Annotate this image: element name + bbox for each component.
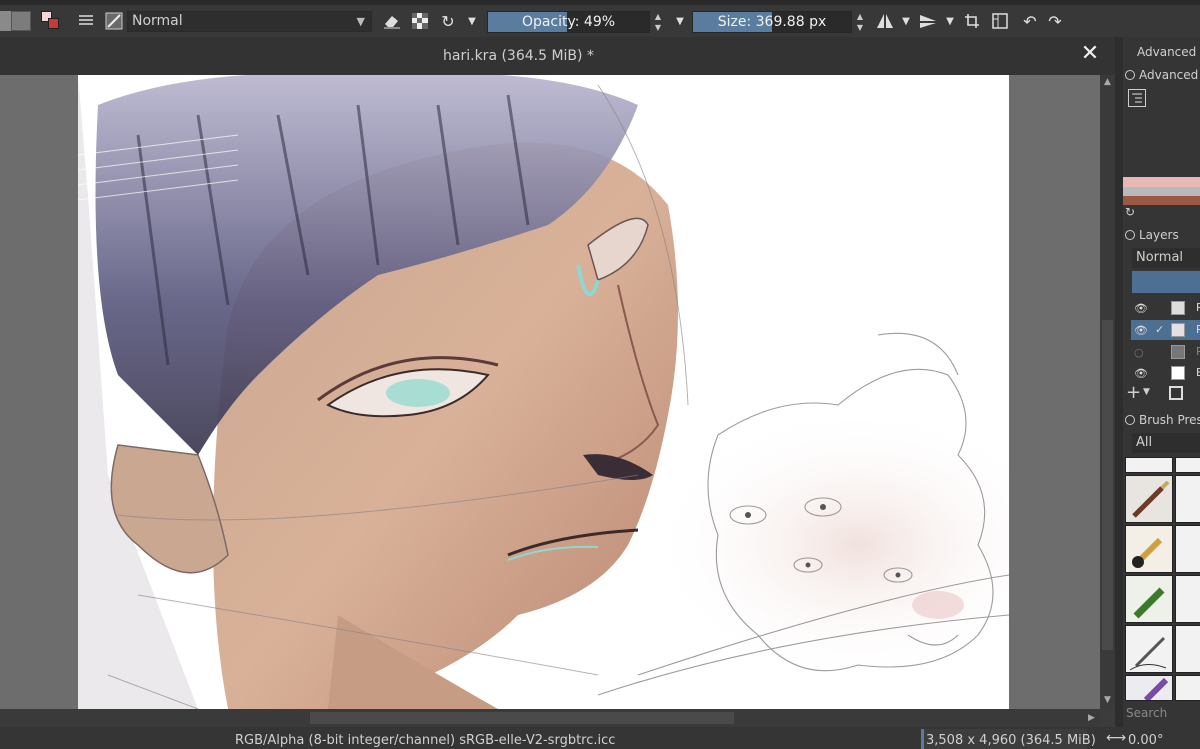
- layer-thumbnail: [1171, 366, 1185, 380]
- blend-mode-select[interactable]: Normal ▼: [127, 11, 372, 32]
- brush-preset-tile[interactable]: [1125, 575, 1173, 623]
- chevron-down-icon[interactable]: ▼: [896, 11, 916, 31]
- layer-row-selected[interactable]: 👁 ✓ P: [1131, 320, 1200, 340]
- chevron-down-icon: ▼: [356, 15, 365, 28]
- brush-preset-tile[interactable]: [1125, 475, 1173, 523]
- brush-preset-tile[interactable]: [1175, 675, 1200, 701]
- mirror-horizontal-icon[interactable]: [875, 11, 895, 31]
- advanced-color-label: Advanced: [1125, 68, 1198, 82]
- layer-name: P: [1196, 301, 1200, 314]
- brush-tag-filter-select[interactable]: All: [1132, 433, 1200, 453]
- duplicate-layer-icon[interactable]: [1169, 386, 1183, 400]
- layers-docker-title: Layers: [1125, 228, 1179, 242]
- refresh-icon[interactable]: ↻: [1125, 205, 1135, 219]
- scroll-down-arrow-icon[interactable]: ▼: [1104, 695, 1111, 705]
- brush-presets-docker-title: Brush Pres: [1125, 413, 1200, 427]
- blend-mode-value: Normal: [132, 13, 183, 29]
- reload-preset-icon[interactable]: ↻: [438, 11, 458, 31]
- mirror-vertical-icon[interactable]: [918, 11, 938, 31]
- color-profile-info: RGB/Alpha (8-bit integer/channel) sRGB-e…: [235, 733, 616, 748]
- brush-preset-tile[interactable]: [1125, 525, 1173, 573]
- brush-preset-tile[interactable]: [1175, 475, 1200, 523]
- brush-preset-tile[interactable]: [1125, 625, 1173, 673]
- layer-opacity-slider[interactable]: [1132, 271, 1200, 293]
- opacity-slider[interactable]: Opacity: 49%: [487, 11, 650, 33]
- vertical-scrollbar-thumb[interactable]: [1102, 320, 1113, 650]
- advanced-color-docker-title: Advanced C: [1137, 45, 1200, 59]
- layer-name: B: [1196, 366, 1200, 379]
- document-tab-title[interactable]: hari.kra (364.5 MiB) *: [0, 48, 1115, 64]
- image-size-info: 3,508 x 4,960 (364.5 MiB): [926, 733, 1096, 748]
- eye-icon[interactable]: 👁: [1134, 302, 1148, 315]
- layer-row[interactable]: 👁 P: [1131, 298, 1200, 318]
- chevron-down-icon[interactable]: ▼: [670, 11, 690, 31]
- checkmark-icon[interactable]: ✓: [1155, 323, 1164, 336]
- document-tab-bar: hari.kra (364.5 MiB) * ✕: [0, 37, 1115, 75]
- color-history-strip-brown[interactable]: [1123, 196, 1200, 205]
- canvas-vertical-scrollbar[interactable]: ▲ ▼: [1100, 75, 1115, 709]
- layer-name: P: [1196, 345, 1200, 358]
- brush-preset-tile[interactable]: [1175, 457, 1200, 473]
- rotation-value[interactable]: 0.00°: [1128, 733, 1163, 748]
- brush-preset-tile[interactable]: [1125, 457, 1173, 473]
- layer-row[interactable]: ○ P: [1131, 342, 1200, 362]
- size-slider[interactable]: Size: 369.88 px: [692, 11, 852, 33]
- layer-name: P: [1196, 323, 1200, 336]
- chevron-down-icon[interactable]: ▼: [462, 11, 482, 31]
- pattern-swatch[interactable]: [11, 11, 31, 31]
- redo-icon[interactable]: ↷: [1045, 11, 1065, 31]
- opacity-spin-buttons[interactable]: ▲ ▼: [651, 11, 665, 33]
- horizontal-scrollbar-thumb[interactable]: [310, 712, 734, 724]
- lock-icon[interactable]: [1125, 230, 1135, 240]
- eye-closed-icon[interactable]: ○: [1134, 346, 1144, 359]
- canvas-horizontal-scrollbar[interactable]: ▶: [0, 709, 1100, 727]
- preserve-alpha-icon[interactable]: [410, 11, 430, 31]
- size-label: Size: 369.88 px: [717, 14, 827, 30]
- chevron-down-icon[interactable]: ▼: [1143, 387, 1150, 397]
- brush-editor-icon[interactable]: [104, 11, 124, 31]
- add-layer-icon[interactable]: +: [1126, 382, 1141, 403]
- status-bar: RGB/Alpha (8-bit integer/channel) sRGB-e…: [0, 727, 1200, 749]
- eye-icon[interactable]: 👁: [1134, 324, 1148, 337]
- layer-thumbnail: [1171, 301, 1185, 315]
- color-history-strip[interactable]: [1123, 177, 1200, 187]
- eye-icon[interactable]: 👁: [1134, 367, 1148, 380]
- opacity-label: Opacity: 49%: [521, 14, 616, 30]
- size-spin-buttons[interactable]: ▲ ▼: [853, 11, 867, 33]
- rotation-reset-icon[interactable]: ⟷: [1106, 730, 1126, 746]
- layer-row[interactable]: 👁 B: [1131, 363, 1200, 383]
- drawing-canvas[interactable]: [78, 75, 1009, 709]
- color-selector-settings-icon[interactable]: [1128, 89, 1146, 107]
- scroll-up-arrow-icon[interactable]: ▲: [1104, 77, 1111, 87]
- brush-search-input[interactable]: Search: [1126, 706, 1167, 720]
- right-docker-panel: Advanced C Advanced ↻ Layers Normal 👁 P …: [1115, 37, 1200, 727]
- color-history-strip-grey[interactable]: [1123, 187, 1200, 196]
- brush-preset-tile[interactable]: [1175, 525, 1200, 573]
- eraser-mode-icon[interactable]: [382, 11, 402, 31]
- chevron-down-icon[interactable]: ▼: [940, 11, 960, 31]
- workspace-icon[interactable]: [990, 11, 1010, 31]
- lock-icon[interactable]: [1125, 415, 1135, 425]
- close-icon[interactable]: ✕: [1078, 42, 1102, 66]
- brush-preset-tile[interactable]: [1175, 575, 1200, 623]
- brush-preset-tile[interactable]: [1125, 675, 1173, 701]
- fg-bg-color-swatch[interactable]: [41, 11, 61, 31]
- brush-preset-tile[interactable]: [1175, 625, 1200, 673]
- scroll-right-arrow-icon[interactable]: ▶: [1088, 713, 1095, 723]
- layer-thumbnail: [1171, 323, 1185, 337]
- wrap-around-icon[interactable]: [962, 11, 982, 31]
- layer-thumbnail: [1171, 345, 1185, 359]
- layer-blend-mode-select[interactable]: Normal: [1132, 248, 1200, 268]
- lock-icon[interactable]: [1125, 70, 1135, 80]
- artwork-image: [78, 75, 1009, 709]
- undo-icon[interactable]: ↶: [1020, 11, 1040, 31]
- brush-settings-icon[interactable]: [76, 11, 96, 31]
- tool-options-toolbar: Normal ▼ ↻ ▼ Opacity: 49% ▲ ▼ ▼ Size: 369…: [0, 5, 1200, 37]
